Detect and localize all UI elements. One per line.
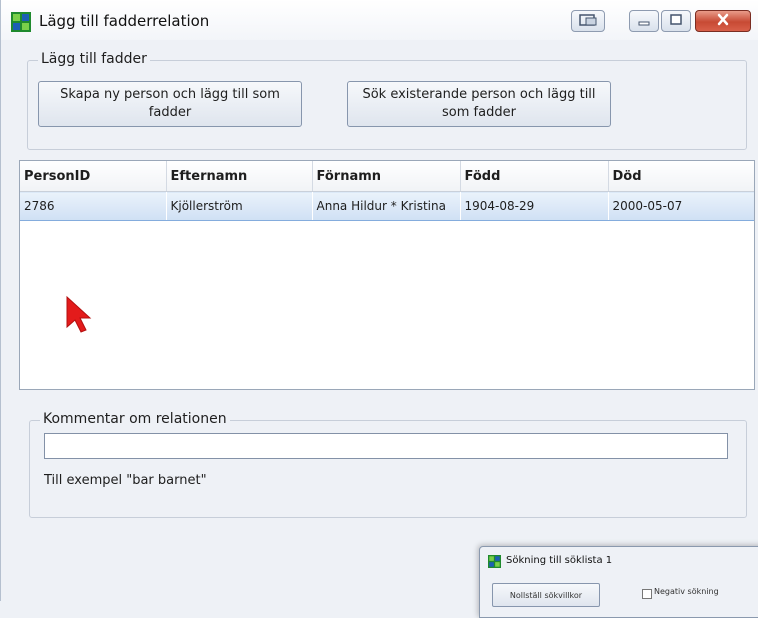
column-header-fodd[interactable]: Född — [460, 161, 609, 192]
title-bar[interactable]: Lägg till fadderrelation — [1, 0, 758, 40]
maximize-icon — [670, 14, 682, 25]
reset-search-button[interactable]: Nollställ sökvillkor — [492, 583, 600, 607]
mouse-pointer-icon — [66, 295, 92, 333]
search-existing-person-button[interactable]: Sök existerande person och lägg till som… — [347, 81, 611, 127]
search-list-window[interactable]: Sökning till söklista 1 Nollställ sökvil… — [479, 546, 758, 618]
dialog-window: Lägg till fadderrelation Lägg till fadde… — [0, 0, 758, 618]
table-header-row: PersonID Efternamn Förnamn Född Död — [20, 161, 754, 192]
cell-efternamn: Kjöllerström — [166, 191, 313, 221]
cell-fornamn: Anna Hildur * Kristina — [312, 191, 461, 221]
negate-search-label: Negativ sökning — [654, 587, 719, 596]
cell-fodd: 1904-08-29 — [460, 191, 609, 221]
window-title: Lägg till fadderrelation — [39, 12, 210, 30]
close-button[interactable] — [695, 10, 751, 32]
column-header-dod[interactable]: Död — [608, 161, 754, 192]
column-header-fornamn[interactable]: Förnamn — [312, 161, 461, 192]
close-icon — [717, 13, 729, 26]
maximize-button[interactable] — [661, 10, 691, 32]
cell-dod: 2000-05-07 — [608, 191, 754, 221]
app-icon — [488, 555, 501, 568]
search-list-window-title: Sökning till söklista 1 — [506, 555, 613, 566]
add-sponsor-group: Lägg till fadder Skapa ny person och läg… — [27, 51, 747, 150]
comment-group: Kommentar om relationen Till exempel "ba… — [29, 411, 747, 518]
column-header-efternamn[interactable]: Efternamn — [166, 161, 313, 192]
add-sponsor-legend: Lägg till fadder — [38, 51, 150, 67]
negate-search-checkbox[interactable] — [642, 589, 652, 599]
app-icon — [11, 12, 31, 32]
column-header-personid[interactable]: PersonID — [20, 161, 167, 192]
create-new-person-button[interactable]: Skapa ny person och lägg till som fadder — [38, 81, 302, 127]
switch-window-icon — [579, 14, 597, 26]
cell-personid: 2786 — [20, 191, 167, 221]
comment-hint: Till exempel "bar barnet" — [44, 473, 207, 488]
sponsor-table: PersonID Efternamn Förnamn Född Död 2786… — [19, 160, 755, 390]
switch-window-button[interactable] — [571, 10, 605, 32]
comment-legend: Kommentar om relationen — [40, 411, 230, 427]
table-row[interactable]: 2786 Kjöllerström Anna Hildur * Kristina… — [20, 191, 754, 221]
minimize-button[interactable] — [629, 10, 659, 32]
comment-input[interactable] — [44, 433, 728, 459]
minimize-icon — [638, 21, 650, 26]
